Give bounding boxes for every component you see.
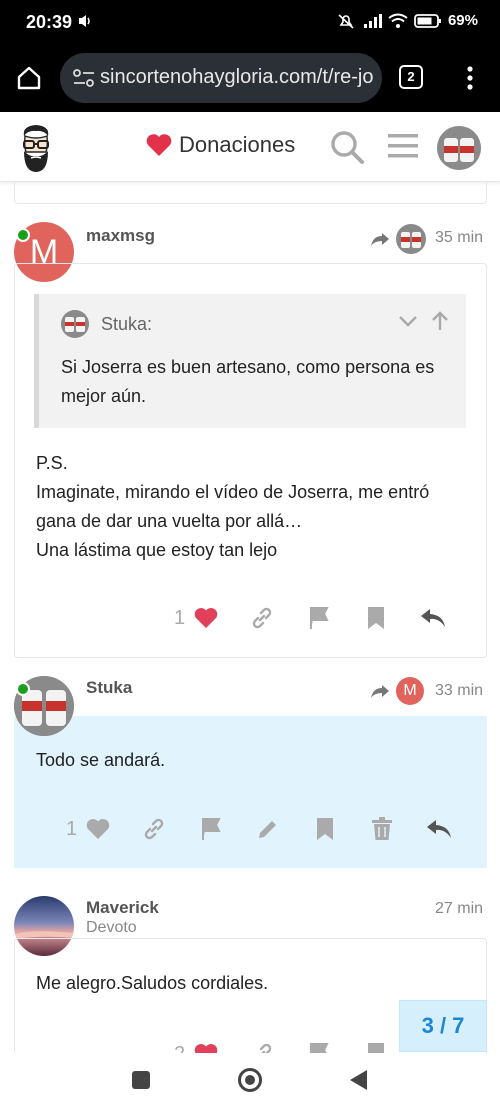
online-indicator	[16, 228, 30, 242]
donations-label: Donaciones	[179, 132, 296, 157]
edit-pencil-icon[interactable]	[254, 815, 282, 843]
reply-arrow-icon	[371, 685, 389, 698]
post-username[interactable]: maxmsg	[86, 226, 155, 246]
home-icon[interactable]	[15, 64, 43, 92]
previous-post-card	[14, 182, 487, 204]
url-text: sincortenohaygloria.com/t/re-jo	[100, 66, 374, 88]
go-to-quoted-post-icon[interactable]	[430, 311, 450, 331]
post-text-line: Imaginate, mirando el vídeo de Joserra, …	[36, 482, 430, 531]
hamburger-menu-icon[interactable]	[388, 131, 418, 161]
user-title: Devoto	[86, 919, 137, 936]
post-actions: 1	[174, 604, 447, 632]
post-username[interactable]: Stuka	[86, 678, 132, 698]
signal-icon	[363, 13, 382, 28]
search-icon[interactable]	[329, 129, 365, 165]
status-bar: 20:39 69%	[0, 0, 500, 44]
post-username[interactable]: Maverick	[86, 898, 159, 918]
post-body: Todo se andará.	[36, 750, 166, 770]
highlighted-post	[14, 716, 487, 868]
wifi-icon	[388, 13, 408, 28]
quote-text: Si Joserra es buen artesano, como person…	[61, 357, 435, 406]
post-text-line: Una lástima que estoy tan lejo	[36, 540, 278, 560]
post-time[interactable]: 33 min	[435, 682, 483, 700]
browser-toolbar: sincortenohaygloria.com/t/re-jo 2	[0, 44, 500, 112]
back-button[interactable]	[350, 1070, 367, 1090]
reply-icon[interactable]	[425, 815, 453, 843]
topic-progress-indicator[interactable]: 3 / 7	[399, 1000, 487, 1052]
flag-icon[interactable]	[305, 604, 333, 632]
more-options-icon[interactable]	[463, 65, 477, 91]
recent-apps-button[interactable]	[132, 1071, 150, 1089]
battery-icon	[414, 13, 441, 28]
post-time[interactable]: 27 min	[435, 900, 483, 918]
tab-switcher-button[interactable]: 2	[399, 65, 423, 89]
reply-to-indicator[interactable]	[370, 224, 426, 254]
reply-to-avatar: M	[396, 677, 424, 705]
copy-link-icon[interactable]	[248, 604, 276, 632]
copy-link-icon[interactable]	[140, 815, 168, 843]
donations-link[interactable]: Donaciones	[145, 132, 295, 158]
post-time[interactable]: 35 min	[435, 229, 483, 247]
delete-trash-icon[interactable]	[368, 815, 396, 843]
user-avatar[interactable]	[437, 126, 481, 170]
site-header: Donaciones	[0, 112, 500, 182]
like-count[interactable]: 1	[66, 818, 77, 841]
reply-to-indicator[interactable]: M	[370, 677, 424, 705]
bookmark-icon[interactable]	[311, 815, 339, 843]
reply-icon[interactable]	[419, 604, 447, 632]
reply-arrow-icon	[371, 233, 389, 246]
site-settings-icon[interactable]	[72, 68, 96, 88]
like-heart-icon[interactable]	[193, 606, 219, 630]
quote-author: Stuka:	[101, 314, 153, 334]
online-indicator	[16, 682, 30, 696]
reply-to-avatar	[396, 224, 426, 254]
quote-block: Stuka: Si Joserra es buen artesano, como…	[34, 294, 466, 428]
quote-avatar	[61, 310, 89, 338]
volume-icon	[79, 15, 90, 27]
post-actions: 1	[66, 815, 453, 843]
post-body: Me alegro.Saludos cordiales.	[36, 973, 269, 993]
home-button[interactable]	[238, 1068, 262, 1092]
site-logo[interactable]	[16, 122, 56, 174]
system-navigation-bar	[0, 1053, 500, 1111]
status-time: 20:39	[26, 12, 73, 32]
bookmark-icon[interactable]	[362, 604, 390, 632]
post-body: P.S. Imaginate, mirando el vídeo de Jose…	[36, 449, 456, 565]
heart-icon	[146, 134, 172, 156]
like-count[interactable]: 1	[174, 607, 185, 630]
flag-icon[interactable]	[197, 815, 225, 843]
mute-alarm-icon	[338, 13, 354, 29]
like-heart-icon[interactable]	[85, 817, 111, 841]
address-bar[interactable]: sincortenohaygloria.com/t/re-jo	[60, 53, 382, 103]
battery-level: 69%	[447, 12, 478, 29]
expand-quote-icon[interactable]	[398, 311, 418, 331]
post-text-line: P.S.	[36, 453, 68, 473]
